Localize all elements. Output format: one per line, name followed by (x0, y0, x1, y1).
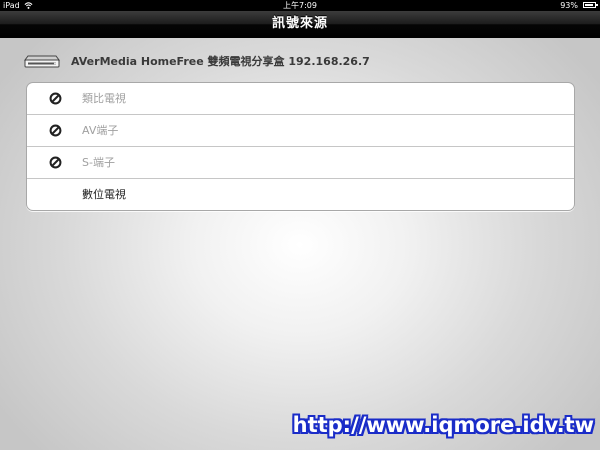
battery-percent: 93% (560, 1, 578, 10)
source-list: 類比電視 AV端子 S-端子數位電視 (26, 82, 575, 211)
source-row-label: S-端子 (82, 156, 115, 169)
source-row-label: AV端子 (82, 124, 119, 137)
prohibited-icon (49, 156, 62, 169)
source-row[interactable]: 數位電視 (27, 178, 574, 210)
source-row[interactable]: AV端子 (27, 114, 574, 146)
watermark-url: http://www.iqmore.idv.tw (292, 413, 594, 437)
navigation-bar: 訊號來源 (0, 11, 600, 38)
prohibited-icon (49, 124, 62, 137)
status-bar: iPad 上午7:09 93% (0, 0, 600, 11)
source-row[interactable]: 類比電視 (27, 83, 574, 114)
source-row-label: 類比電視 (82, 92, 126, 105)
set-top-box-icon (24, 55, 60, 68)
page-title: 訊號來源 (271, 16, 328, 31)
source-row-label: 數位電視 (82, 188, 126, 201)
source-row[interactable]: S-端子 (27, 146, 574, 178)
status-time: 上午7:09 (283, 1, 317, 10)
battery-fill (585, 4, 594, 6)
screen: iPad 上午7:09 93% 訊號來源 AVerMedia HomeFree … (0, 0, 600, 450)
device-header: AVerMedia HomeFree 雙頻電視分享盒 192.168.26.7 (24, 52, 584, 72)
device-label: AVerMedia HomeFree 雙頻電視分享盒 192.168.26.7 (71, 55, 370, 68)
prohibited-icon (49, 92, 62, 105)
battery-icon (583, 2, 598, 8)
